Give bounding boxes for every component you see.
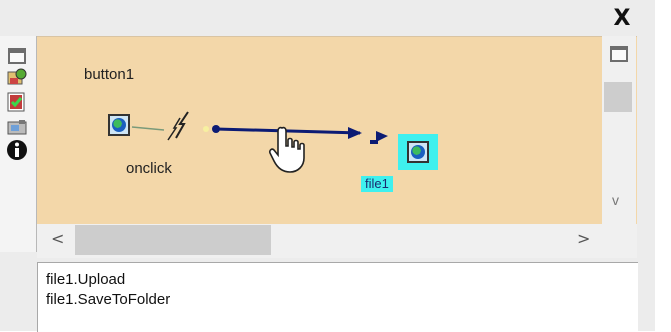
vertical-scroll-thumb[interactable] xyxy=(604,82,632,112)
arrow-head xyxy=(348,127,362,139)
link-start-dot xyxy=(203,126,209,132)
list-item[interactable]: file1.SaveToFolder xyxy=(46,291,170,308)
target-component-label: file1 xyxy=(361,176,393,192)
scroll-right-arrow[interactable]: > xyxy=(577,229,590,248)
horizontal-scroll-thumb[interactable] xyxy=(75,225,271,255)
outer-background xyxy=(655,0,671,331)
event-link-window: X button1 onclick file1 v < > file1.Uplo… xyxy=(0,0,655,332)
method-list[interactable]: file1.Upload file1.SaveToFolder xyxy=(37,262,638,332)
globe-icon xyxy=(411,145,425,159)
hand-cursor-icon xyxy=(269,126,305,173)
scroll-left-arrow[interactable]: < xyxy=(51,229,64,248)
vertical-scrollbar[interactable] xyxy=(602,36,636,224)
list-item[interactable]: file1.Upload xyxy=(46,271,125,288)
scroll-down-arrow[interactable]: v xyxy=(612,192,619,208)
lightning-event-icon xyxy=(175,111,189,139)
horizontal-scrollbar[interactable]: < > xyxy=(37,224,637,258)
panel-maximize-icon[interactable] xyxy=(610,46,628,62)
link-anchor-dot xyxy=(212,125,220,133)
connector-line xyxy=(131,126,165,131)
file1-component-icon[interactable] xyxy=(407,141,429,163)
